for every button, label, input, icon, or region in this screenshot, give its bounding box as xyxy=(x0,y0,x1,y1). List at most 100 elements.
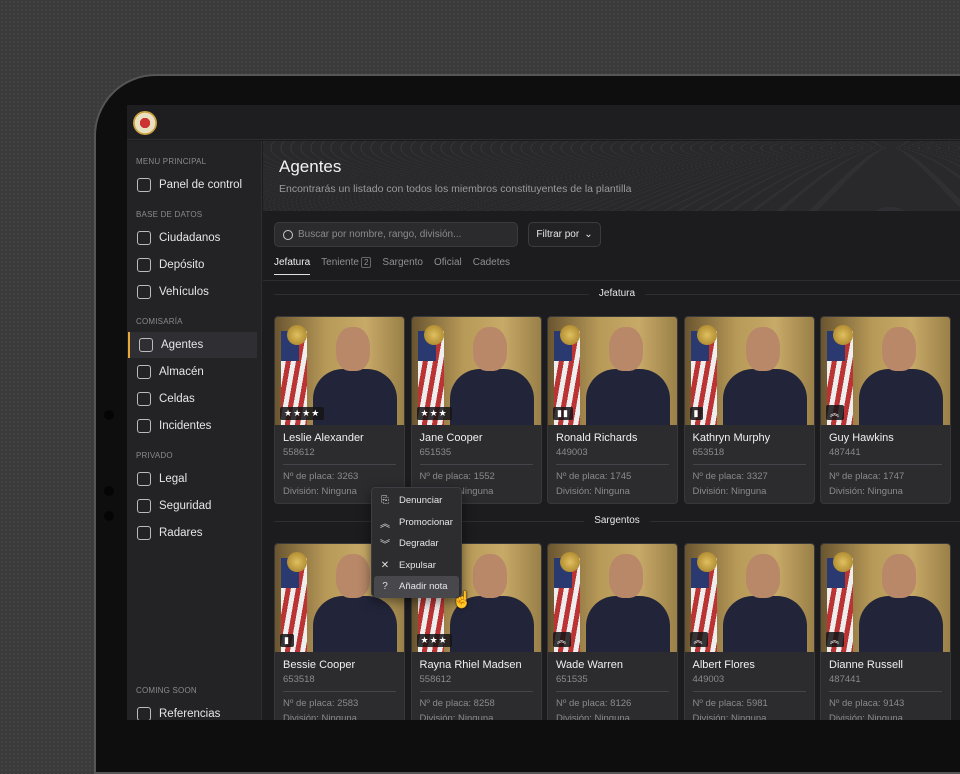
camera-dot xyxy=(104,511,114,521)
key-icon xyxy=(137,258,151,272)
agent-division: División: Ninguna xyxy=(283,713,357,720)
chevrons-up-icon: ︽ xyxy=(380,518,390,530)
sidebar-item-celdas[interactable]: Celdas xyxy=(128,386,257,412)
tab-sargento[interactable]: Sargento xyxy=(382,257,423,275)
sidebar-item-label: Referencias xyxy=(159,708,221,720)
agent-card[interactable]: ︽ Guy Hawkins 487441 Nº de placa: 1747 Divi… xyxy=(820,316,951,504)
menu-item-aadirnota[interactable]: ? Añadir nota xyxy=(374,576,459,598)
rank-insignia-icon: ★★★ xyxy=(416,634,452,647)
agent-photo: ︽ xyxy=(821,544,950,652)
agent-division: División: Ninguna xyxy=(829,713,903,720)
uniform xyxy=(313,369,397,425)
sidebar-item-label: Celdas xyxy=(159,393,195,405)
menu-item-degradar[interactable]: ︾ Degradar xyxy=(374,533,459,555)
uniform xyxy=(722,596,807,652)
menu-item-label: Expulsar xyxy=(399,559,436,571)
agent-card[interactable]: ★★★ Jane Cooper651535Nº de placa: 1552Di… xyxy=(410,316,542,504)
agent-division: División: Ninguna xyxy=(556,713,630,720)
rank-insignia-icon: ★★★ xyxy=(416,407,452,420)
camera-icon xyxy=(137,526,151,540)
close-icon: ✕ xyxy=(380,559,390,571)
agent-plate: Nº de placa: 3327 xyxy=(692,471,768,482)
agent-card[interactable]: ︽ Dianne Russell 487441 Nº de placa: 9143 D… xyxy=(820,543,951,720)
sidebar-item-incidentes[interactable]: Incidentes xyxy=(128,413,257,439)
agent-card[interactable]: ▮▮ Ronald Richards 449003 Nº de placa: 174… xyxy=(547,316,678,504)
sidebar-item-agentes[interactable]: Agentes xyxy=(128,332,257,358)
agent-card[interactable]: ▮ Kathryn Murphy 653518 Nº de placa: 3327 D… xyxy=(683,316,815,504)
chart-icon xyxy=(137,178,151,192)
agent-context-menu: ⎘ Denunciar ︽ Promocionar ︾ Degradar ✕ Expulsar… xyxy=(371,487,462,598)
filter-dropdown[interactable]: Filtrar por ⌄ xyxy=(528,222,601,247)
sidebar-item-radares[interactable]: Radares xyxy=(128,520,257,546)
sidebar-item-label: Legal xyxy=(159,473,188,485)
lock-icon xyxy=(137,392,151,406)
rank-insignia-icon: ▮ xyxy=(689,407,704,420)
tab-oficial[interactable]: Oficial xyxy=(434,257,462,275)
agent-id: 487441 xyxy=(829,447,942,465)
agent-name: Wade Warren xyxy=(556,659,624,671)
badge-emblem xyxy=(833,552,853,572)
menu-item-expulsar[interactable]: ✕ Expulsar xyxy=(374,555,459,577)
tab-teniente[interactable]: Teniente 2 xyxy=(321,257,372,275)
search-icon xyxy=(283,229,293,240)
agent-photo: ︽ xyxy=(548,544,677,652)
badge-emblem xyxy=(423,325,444,345)
agent-division: División: Ninguna xyxy=(419,713,494,720)
menu-item-label: Promocionar xyxy=(399,516,453,528)
agent-photo: ▮ xyxy=(684,317,814,425)
rank-insignia-icon: ︽ xyxy=(826,405,845,420)
sidebar-item-legal[interactable]: Legal xyxy=(128,466,257,492)
camera-dot xyxy=(104,410,114,420)
sidebar-item-depsito[interactable]: Depósito xyxy=(128,252,257,278)
agent-head xyxy=(336,327,370,371)
agent-plate: Nº de placa: 1552 xyxy=(419,471,495,482)
sidebar-item-almacn[interactable]: Almacén xyxy=(128,359,257,385)
agent-plate: Nº de placa: 9143 xyxy=(829,698,905,709)
sidebar-item-label: Vehículos xyxy=(159,286,209,298)
top-bar xyxy=(127,105,960,140)
rank-insignia-icon: ★★★★ xyxy=(280,407,325,420)
agent-name: Jane Cooper xyxy=(419,432,483,444)
agent-card[interactable]: ︽ Albert Flores 449003 Nº de placa: 5981 Di… xyxy=(683,543,815,720)
agent-card[interactable]: ★★★★ Leslie Alexander 558612 Nº de placa: … xyxy=(274,316,405,504)
agent-plate: Nº de placa: 1747 xyxy=(829,471,905,482)
menu-item-denunciar[interactable]: ⎘ Denunciar xyxy=(374,490,459,512)
uniform xyxy=(586,596,670,652)
agent-plate: Nº de placa: 3263 xyxy=(283,471,359,482)
tab-label: Oficial xyxy=(434,257,462,268)
agent-id: 558612 xyxy=(283,447,396,465)
badge-emblem xyxy=(287,552,307,572)
search-input[interactable]: Buscar por nombre, rango, división... xyxy=(274,222,518,247)
agent-name: Bessie Cooper xyxy=(283,659,356,671)
city-seal-logo[interactable] xyxy=(133,111,157,135)
menu-item-label: Añadir nota xyxy=(399,581,448,593)
tab-label: Cadetes xyxy=(472,257,511,268)
uniform xyxy=(449,369,534,425)
sidebar: MENU PRINCIPAL BASE DE DATOS COMISARÍA PRIV… xyxy=(127,141,262,720)
agent-card[interactable]: ︽ Wade Warren 651535 Nº de placa: 8126 Divi… xyxy=(547,543,678,720)
agent-head xyxy=(745,327,780,371)
sidebar-item-seguridad[interactable]: Seguridad xyxy=(128,493,257,519)
agent-division: División: Ninguna xyxy=(556,486,630,497)
sidebar-section-label: BASE DE DATOS xyxy=(136,210,203,219)
agent-plate: Nº de placa: 2583 xyxy=(283,698,359,709)
agent-id: 558612 xyxy=(419,674,533,692)
sidebar-section-label: COMISARÍA xyxy=(136,317,183,326)
agent-id: 449003 xyxy=(692,674,806,692)
sidebar-item-vehculos[interactable]: Vehículos xyxy=(128,279,257,305)
tab-cadetes[interactable]: Cadetes xyxy=(473,257,510,275)
agent-id: 651535 xyxy=(419,447,533,465)
tab-jefatura[interactable]: Jefatura xyxy=(274,257,311,275)
agent-photo: ★★★ xyxy=(411,317,541,425)
agent-name: Ronald Richards xyxy=(556,432,638,444)
sidebar-item-ciudadanos[interactable]: Ciudadanos xyxy=(128,225,257,251)
rank-insignia-icon: ▮▮ xyxy=(553,407,573,420)
video-icon xyxy=(137,499,151,513)
sidebar-item-referencias[interactable]: Referencias xyxy=(128,701,257,720)
sidebar-item-label: Agentes xyxy=(161,339,204,351)
sidebar-item-paneldecontrol[interactable]: Panel de control xyxy=(128,172,257,198)
search-placeholder: Buscar por nombre, rango, división... xyxy=(298,229,462,240)
agent-id: 653518 xyxy=(283,674,396,692)
menu-item-promocionar[interactable]: ︽ Promocionar xyxy=(374,512,459,534)
agent-head xyxy=(336,554,370,598)
